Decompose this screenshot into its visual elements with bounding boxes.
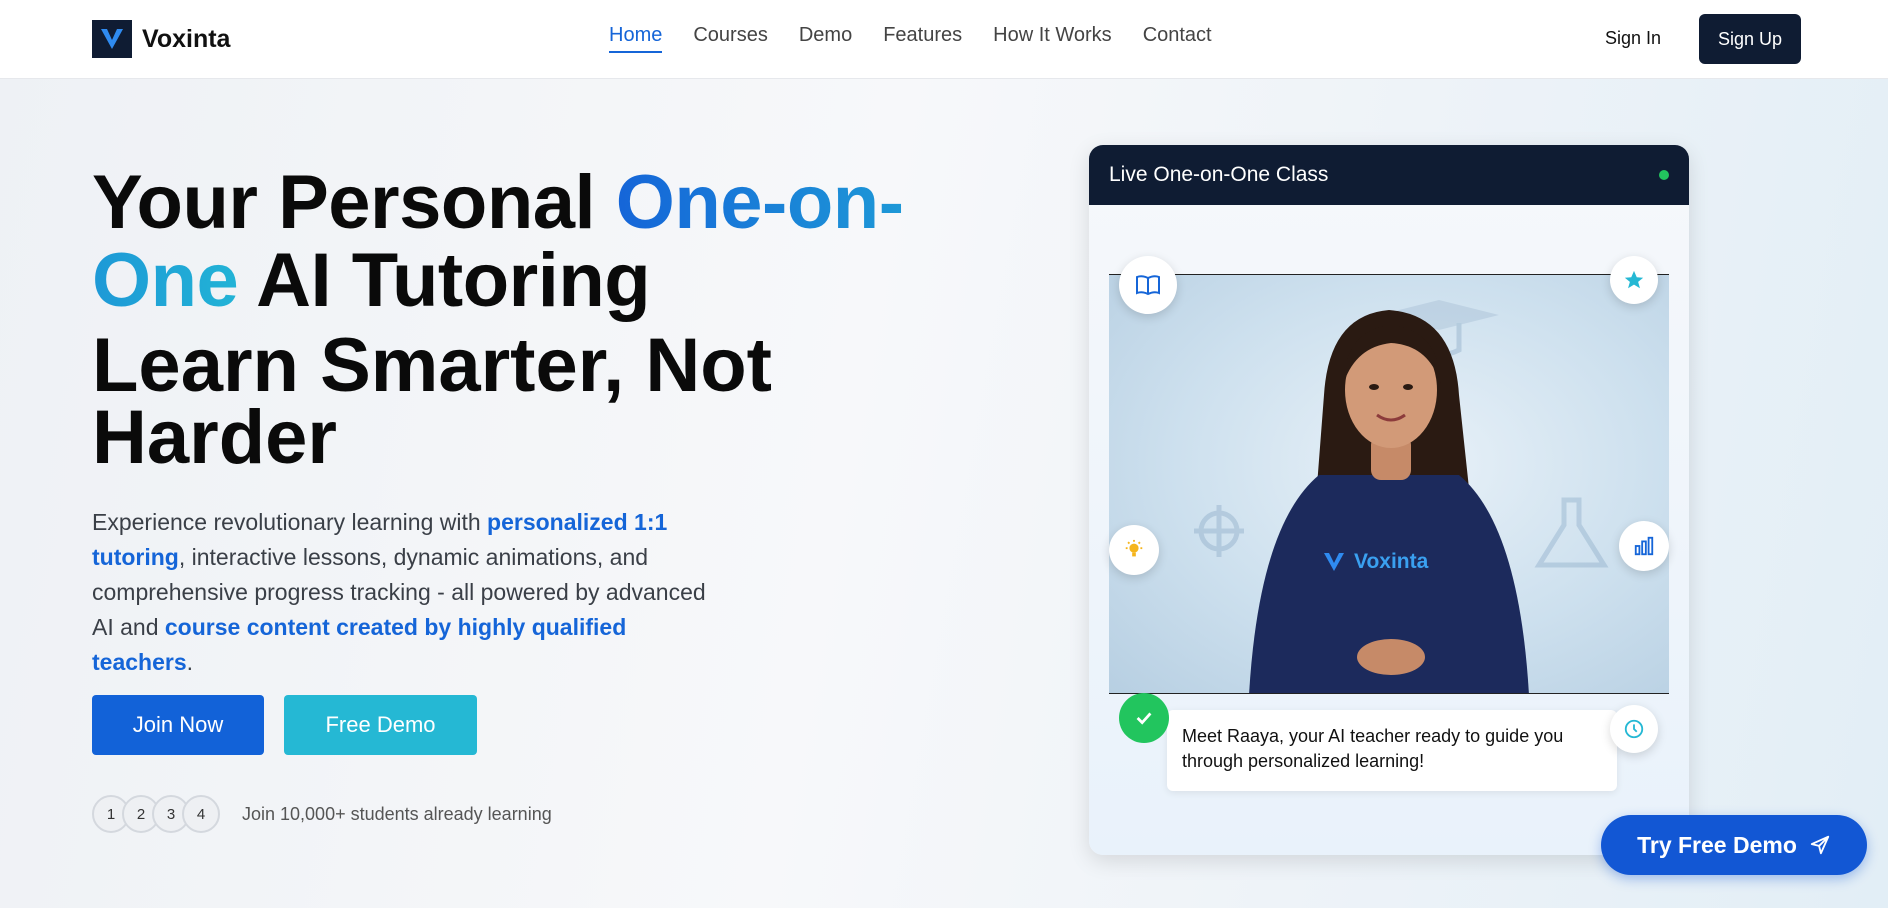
main-nav: Home Courses Demo Features How It Works … (609, 24, 1212, 53)
brand-name: Voxinta (142, 24, 231, 53)
student-avatars: 1 2 3 4 (92, 795, 220, 833)
hero-title-suffix: AI Tutoring (238, 238, 651, 323)
join-now-button[interactable]: Join Now (92, 695, 264, 755)
sign-in-link[interactable]: Sign In (1605, 28, 1661, 49)
logo-mark (92, 20, 132, 58)
send-icon (1810, 835, 1830, 855)
logo[interactable]: Voxinta (92, 20, 230, 58)
star-icon[interactable] (1610, 256, 1658, 304)
try-free-demo-button[interactable]: Try Free Demo (1601, 815, 1867, 875)
nav-demo[interactable]: Demo (799, 24, 852, 53)
live-status-dot (1659, 170, 1669, 180)
tshirt-logo-text: Voxinta (1354, 550, 1429, 573)
students-count-text: Join 10,000+ students already learning (242, 804, 552, 824)
sign-up-button[interactable]: Sign Up (1699, 14, 1801, 64)
desc-text-1: Experience revolutionary learning with (92, 509, 488, 535)
try-free-demo-label: Try Free Demo (1637, 831, 1797, 858)
nav-home[interactable]: Home (609, 24, 663, 53)
teacher-video[interactable]: Voxinta (1109, 274, 1669, 694)
hero-description: Experience revolutionary learning with p… (92, 505, 732, 680)
nav-how-it-works[interactable]: How It Works (993, 24, 1112, 53)
hero-title: Your Personal One-on-One AI Tutoring (92, 164, 952, 320)
lightbulb-icon[interactable] (1109, 525, 1159, 575)
clock-icon[interactable] (1610, 705, 1658, 753)
teacher-illustration (1194, 300, 1609, 693)
live-class-title: Live One-on-One Class (1109, 163, 1329, 186)
book-icon[interactable] (1119, 256, 1177, 314)
ai-teacher-message: Meet Raaya, your AI teacher ready to gui… (1167, 710, 1617, 791)
nav-courses[interactable]: Courses (693, 24, 767, 53)
logo-v-icon (101, 29, 123, 49)
site-header: Voxinta Home Courses Demo Features How I… (0, 0, 1888, 79)
hero-title-prefix: Your Personal (92, 160, 616, 245)
free-demo-button[interactable]: Free Demo (284, 695, 477, 755)
hero-subtitle: Learn Smarter, Not Harder (92, 323, 772, 480)
nav-features[interactable]: Features (883, 24, 962, 53)
live-class-card: Live One-on-One Class Voxinta Meet Raaya… (1089, 145, 1689, 855)
bar-chart-icon[interactable] (1619, 521, 1669, 571)
check-icon (1119, 693, 1169, 743)
desc-text-3: . (186, 649, 194, 675)
nav-contact[interactable]: Contact (1143, 24, 1212, 53)
live-class-header: Live One-on-One Class (1089, 145, 1689, 205)
desc-highlight-2: course content created by highly qualifi… (92, 614, 627, 675)
avatar: 4 (182, 795, 220, 833)
